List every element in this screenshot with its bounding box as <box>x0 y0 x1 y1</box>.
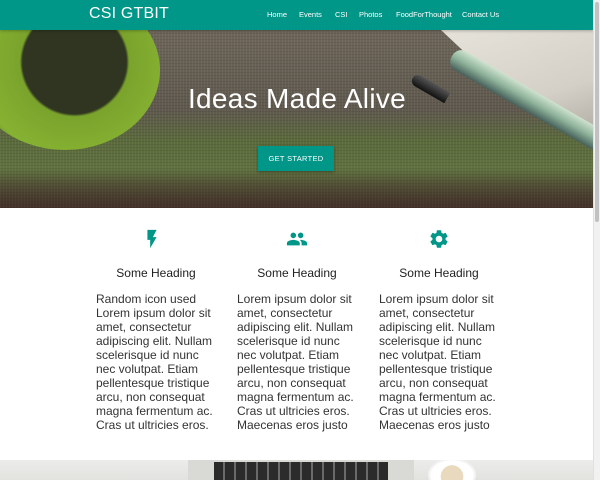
nav-link-contact-us[interactable]: Contact Us <box>462 10 499 19</box>
hero-shade <box>0 168 594 208</box>
feature-body: Lorem ipsum dolor sit amet, consectetur … <box>379 292 496 432</box>
feature-heading: Some Heading <box>257 266 337 280</box>
features-section: Some Heading Random icon used Lorem ipsu… <box>0 208 594 458</box>
scrollbar-thumb[interactable] <box>595 2 599 222</box>
hero-title: Ideas Made Alive <box>187 83 407 114</box>
feature-heading: Some Heading <box>399 266 479 280</box>
nav-link-foodforthought[interactable]: FoodForThought <box>396 10 452 19</box>
nav-links: Home Events CSI Photos FoodForThought Co… <box>0 0 594 30</box>
nav-link-home[interactable]: Home <box>267 10 287 19</box>
flash-icon <box>92 228 212 250</box>
parallax-image-strip <box>0 460 594 480</box>
page-scrollbar[interactable] <box>593 0 600 480</box>
feature-body: Random icon used Lorem ipsum dolor sit a… <box>96 292 213 432</box>
gear-icon <box>379 228 499 250</box>
feature-body: Lorem ipsum dolor sit amet, consectetur … <box>237 292 354 432</box>
feature-heading: Some Heading <box>116 266 196 280</box>
nav-link-events[interactable]: Events <box>299 10 322 19</box>
hero-banner: Ideas Made Alive GET STARTED <box>0 30 594 208</box>
get-started-button[interactable]: GET STARTED <box>258 146 334 171</box>
nav-link-photos[interactable]: Photos <box>359 10 382 19</box>
group-icon <box>237 228 357 250</box>
coffee-cup-image <box>430 460 474 480</box>
keyboard-image <box>214 462 388 480</box>
navbar: CSI GTBIT Home Events CSI Photos FoodFor… <box>0 0 594 30</box>
nav-link-csi[interactable]: CSI <box>335 10 348 19</box>
